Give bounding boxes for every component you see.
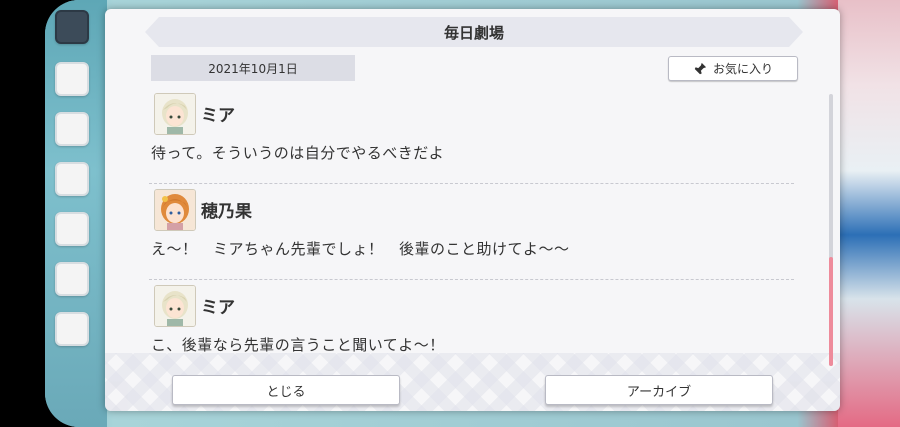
mia-avatar [154, 285, 196, 327]
expand-icon[interactable] [55, 312, 89, 346]
speaker-name: ミア [201, 106, 235, 126]
screen-icon[interactable] [55, 212, 89, 246]
chat-icon[interactable] [55, 62, 89, 96]
log-entry: ミア こ、後輩なら先輩の言うこと聞いてよ～！ [149, 281, 794, 361]
close-button[interactable]: とじる [172, 375, 400, 405]
present-icon[interactable] [55, 112, 89, 146]
log-entry: 穂乃果 え～！ ミアちゃん先輩でしょ！ 後輩のこと助けてよ～～ [149, 185, 794, 280]
scrollbar-thumb[interactable] [829, 257, 833, 366]
speaker-name: ミア [201, 298, 235, 318]
honoka-avatar [154, 189, 196, 231]
daily-theater-dialog: 毎日劇場 2021年10月1日 お気に入り ミア 待って。そういうのは自分でやる… [105, 9, 840, 411]
favorite-button[interactable]: お気に入り [668, 56, 798, 81]
date-label: 2021年10月1日 [151, 55, 355, 81]
pin-icon [693, 62, 707, 75]
dialogue-text: 待って。そういうのは自分でやるべきだよ [151, 144, 445, 162]
dialog-title-bar: 毎日劇場 [145, 17, 803, 47]
dialogue-text: え～！ ミアちゃん先輩でしょ！ 後輩のこと助けてよ～～ [151, 240, 570, 258]
dialogue-text: こ、後輩なら先輩の言うこと聞いてよ～！ [151, 336, 445, 354]
favorite-label: お気に入り [712, 62, 773, 76]
right-scene-panel [838, 0, 900, 427]
conversation-log[interactable]: ミア 待って。そういうのは自分でやるべきだよ 穂乃果 え～！ ミアちゃん先輩でし… [149, 89, 794, 361]
scrollbar[interactable] [829, 94, 833, 366]
dialog-title: 毎日劇場 [443, 23, 504, 42]
archive-button[interactable]: アーカイブ [545, 375, 773, 405]
group-icon[interactable] [55, 262, 89, 296]
speaker-name: 穂乃果 [201, 202, 252, 222]
menu-icon[interactable] [55, 10, 89, 44]
gift-icon[interactable] [55, 162, 89, 196]
log-entry: ミア 待って。そういうのは自分でやるべきだよ [149, 89, 794, 184]
mia-avatar [154, 93, 196, 135]
